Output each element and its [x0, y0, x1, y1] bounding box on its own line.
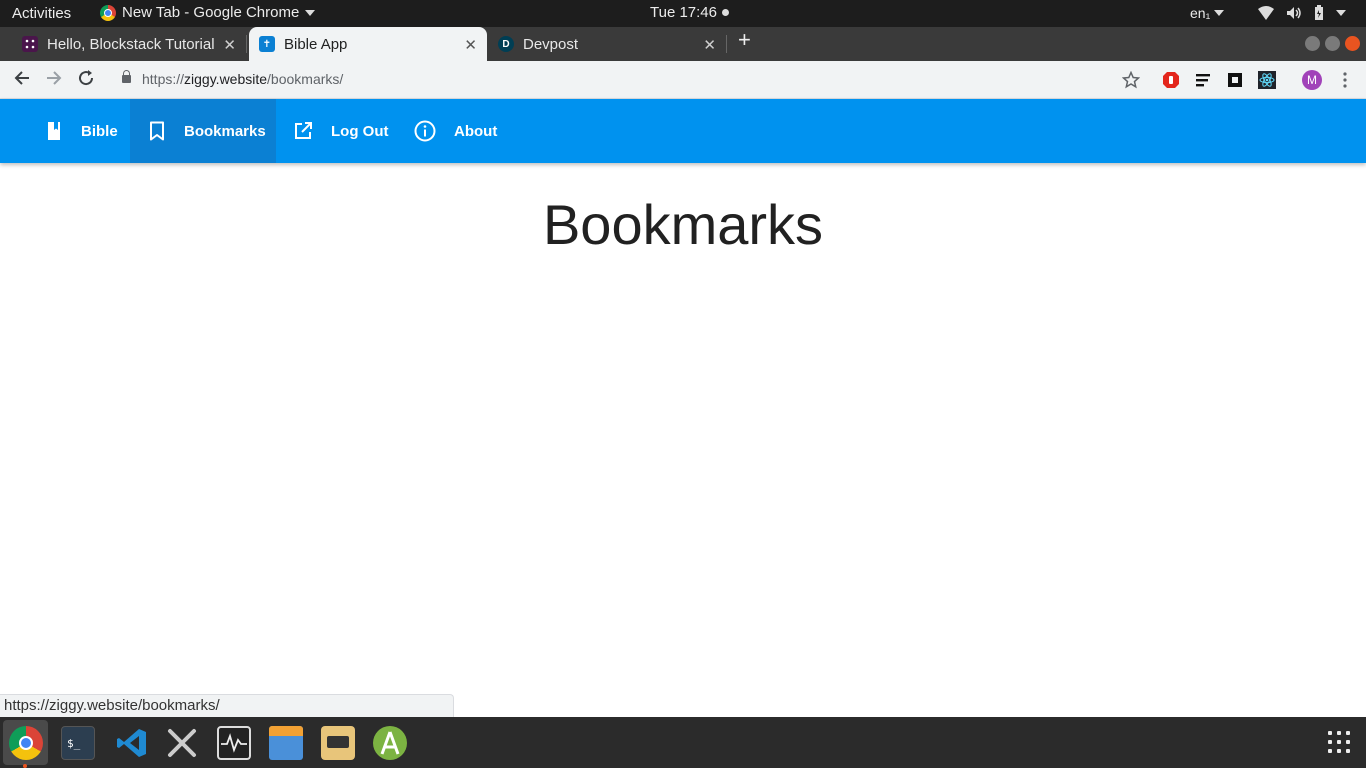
nav-label: Bookmarks — [184, 122, 266, 140]
nav-label: About — [454, 122, 498, 140]
close-window-button[interactable] — [1345, 36, 1360, 51]
forward-icon[interactable] — [45, 69, 63, 87]
link-status-bubble: https://ziggy.website/bookmarks/ — [0, 694, 454, 717]
reader-extension-icon[interactable] — [1194, 71, 1212, 89]
wifi-icon — [1258, 6, 1274, 20]
show-apps-icon[interactable] — [1328, 731, 1352, 755]
chevron-down-icon — [305, 9, 316, 16]
devpost-icon: D — [498, 36, 514, 52]
slack-icon — [22, 36, 38, 52]
square-extension-icon[interactable] — [1226, 71, 1244, 89]
tab-hello-blockstack[interactable]: Hello, Blockstack Tutorial ✕ — [8, 27, 246, 61]
reload-icon[interactable] — [77, 69, 95, 87]
chevron-down-icon — [1336, 10, 1346, 16]
book-icon — [48, 122, 60, 140]
chrome-dock-icon[interactable] — [9, 726, 43, 760]
app-menu-label: New Tab - Google Chrome — [122, 4, 300, 21]
running-indicator — [23, 764, 27, 768]
minimize-window-button[interactable] — [1305, 36, 1320, 51]
nav-bible[interactable]: Bible — [30, 99, 130, 163]
nav-about[interactable]: About — [400, 99, 510, 163]
notification-dot-icon — [722, 9, 729, 16]
new-tab-button[interactable]: + — [738, 27, 751, 53]
language-selector[interactable]: en₁ — [1190, 5, 1225, 21]
address-bar[interactable]: https://ziggy.website/bookmarks/ — [112, 65, 1152, 95]
back-icon[interactable] — [13, 69, 31, 87]
tab-devpost[interactable]: D Devpost ✕ — [488, 27, 726, 61]
react-devtools-icon[interactable] — [1258, 71, 1276, 89]
browser-toolbar: https://ziggy.website/bookmarks/ M — [0, 61, 1366, 99]
battery-icon — [1315, 5, 1323, 20]
maximize-window-button[interactable] — [1325, 36, 1340, 51]
close-tab-icon[interactable]: ✕ — [703, 36, 716, 54]
bible-app-icon: ✝ — [259, 36, 275, 52]
android-studio-dock-icon[interactable] — [373, 726, 407, 760]
lock-icon — [122, 70, 131, 83]
profile-avatar[interactable]: M — [1302, 70, 1322, 90]
nav-log-out[interactable]: Log Out — [276, 99, 400, 163]
url-text: https://ziggy.website/bookmarks/ — [142, 71, 344, 87]
star-bookmark-icon[interactable] — [1122, 71, 1140, 89]
tab-bible-app[interactable]: ✝ Bible App ✕ — [249, 27, 487, 61]
tab-strip: Hello, Blockstack Tutorial ✕ ✝ Bible App… — [0, 27, 1366, 61]
files-dock-icon[interactable] — [269, 726, 303, 760]
nav-label: Bible — [81, 122, 118, 140]
external-link-icon — [295, 122, 312, 139]
clock[interactable]: Tue 17:46 — [650, 4, 729, 21]
volume-icon — [1287, 7, 1301, 19]
tab-title: Devpost — [523, 35, 579, 53]
tab-divider — [246, 35, 247, 53]
activities-button[interactable]: Activities — [12, 5, 71, 22]
nav-label: Log Out — [331, 122, 389, 140]
chevron-down-icon — [1214, 10, 1225, 16]
adblock-icon[interactable] — [1162, 71, 1180, 89]
tab-divider — [726, 35, 727, 53]
close-tab-icon[interactable]: ✕ — [464, 36, 477, 54]
close-tab-icon[interactable]: ✕ — [223, 36, 236, 54]
tab-title: Hello, Blockstack Tutorial — [47, 35, 215, 53]
clock-label: Tue 17:46 — [650, 4, 717, 21]
tools-dock-icon[interactable] — [165, 726, 199, 760]
tab-title: Bible App — [284, 35, 348, 53]
bookmark-icon — [150, 121, 164, 141]
app-navbar: Bible Bookmarks Log Out About — [0, 99, 1366, 163]
system-tray[interactable] — [1258, 5, 1346, 21]
nav-bookmarks[interactable]: Bookmarks — [130, 99, 276, 163]
app-menu[interactable]: New Tab - Google Chrome — [100, 4, 316, 21]
system-monitor-dock-icon[interactable] — [217, 726, 251, 760]
info-icon — [414, 120, 436, 142]
cassette-dock-icon[interactable] — [321, 726, 355, 760]
chrome-icon — [100, 4, 116, 21]
system-top-bar: Activities New Tab - Google Chrome Tue 1… — [0, 0, 1366, 27]
more-menu-icon[interactable] — [1338, 71, 1352, 89]
vscode-dock-icon[interactable] — [115, 726, 149, 760]
language-label: en₁ — [1190, 5, 1211, 21]
page-title: Bookmarks — [542, 193, 824, 256]
terminal-dock-icon[interactable]: $_ — [61, 726, 95, 760]
dock: $_ — [0, 717, 1366, 768]
